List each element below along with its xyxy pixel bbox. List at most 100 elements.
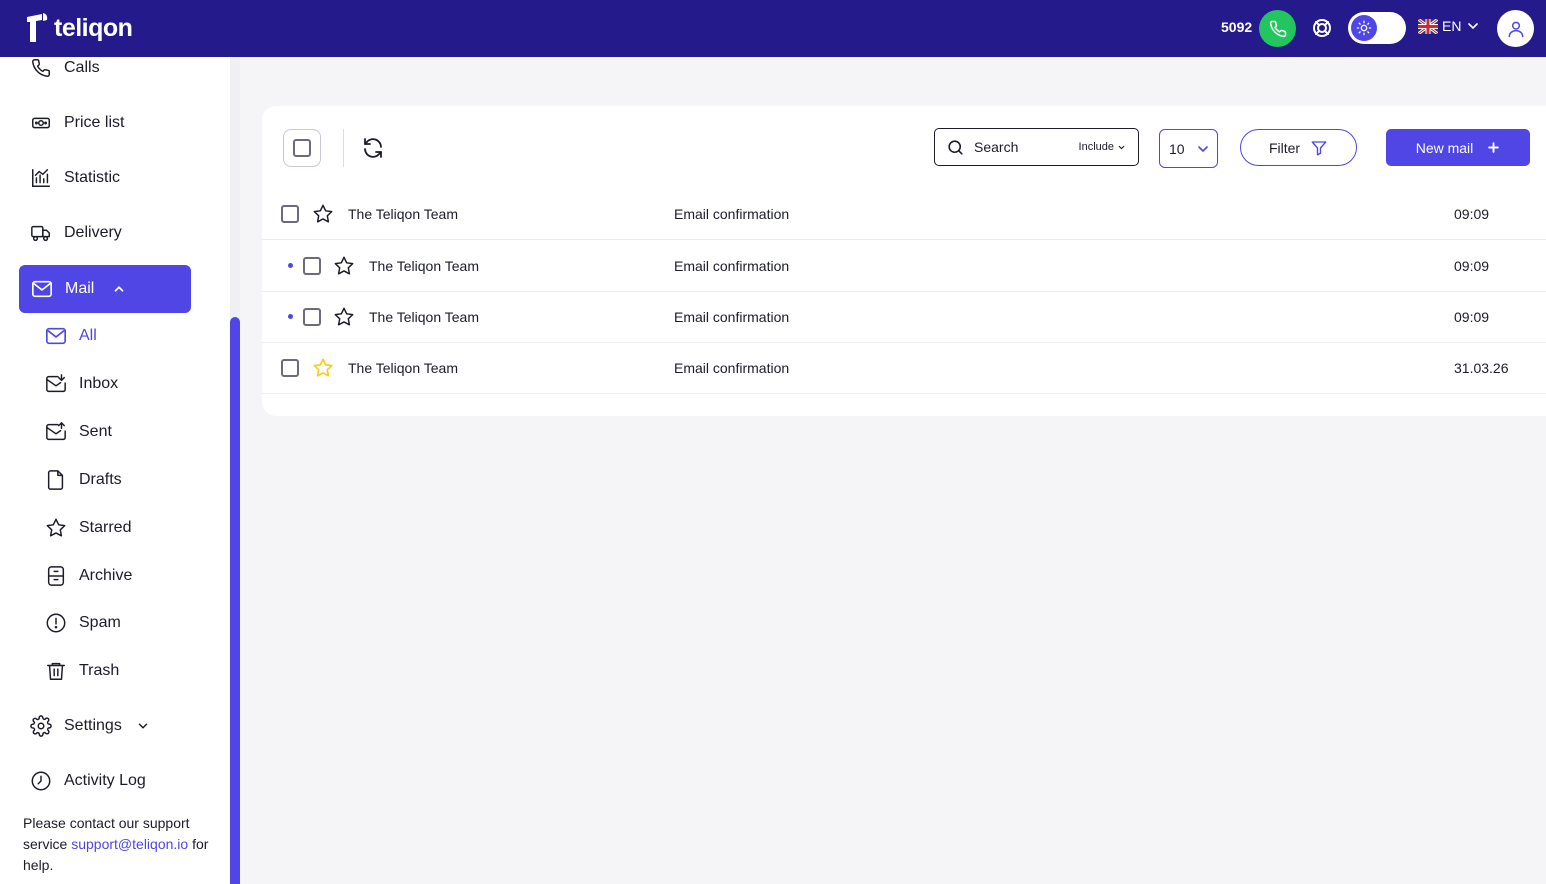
support-note: Please contact our support service suppo… (23, 813, 218, 876)
balance-value: 5092 (1221, 19, 1253, 35)
mail-time: 09:09 (1454, 206, 1490, 222)
filter-button[interactable]: Filter (1240, 129, 1357, 166)
unread-indicator (288, 263, 293, 268)
logo-text: teliqon (54, 13, 133, 42)
search-field[interactable]: Include (934, 128, 1139, 166)
sidebar-item-label: Price list (64, 114, 125, 131)
row-checkbox[interactable] (281, 205, 299, 223)
sent-icon (46, 422, 66, 441)
mail-subject: Email confirmation (674, 258, 790, 274)
mail-folder-label: Starred (79, 519, 132, 536)
toolbar-divider (343, 129, 344, 167)
mail-subject: Email confirmation (674, 360, 790, 376)
chart-icon (32, 169, 50, 187)
inbox-icon (46, 374, 66, 393)
sidebar-item-activity-log[interactable]: Activity Log (30, 770, 146, 792)
logo-mark-icon (27, 13, 48, 42)
language-label: EN (1442, 18, 1462, 34)
sidebar-item-label: Mail (65, 280, 95, 297)
sidebar-item-calls[interactable]: Calls (30, 57, 100, 79)
sidebar-item-mail[interactable]: Mail (19, 265, 191, 313)
star-icon[interactable] (333, 255, 355, 277)
gear-icon (30, 715, 52, 737)
alert-icon (46, 613, 66, 633)
archive-icon (47, 566, 65, 586)
mail-folder-starred[interactable]: Starred (45, 517, 131, 539)
star-icon[interactable] (312, 203, 334, 225)
clock-icon (31, 771, 51, 791)
call-button[interactable] (1259, 10, 1296, 47)
sidebar-item-label: Settings (64, 717, 122, 734)
mail-row[interactable]: The Teliqon Team Email confirmation 31.0… (262, 343, 1546, 394)
mail-folder-label: Inbox (79, 375, 119, 392)
mail-folder-sent[interactable]: Sent (45, 421, 112, 443)
sidebar-item-settings[interactable]: Settings (30, 715, 150, 737)
sun-icon (1351, 15, 1377, 41)
row-checkbox[interactable] (281, 359, 299, 377)
row-checkbox[interactable] (303, 308, 321, 326)
sidebar-item-label: Activity Log (64, 772, 146, 789)
search-icon (948, 139, 963, 155)
mail-sender: The Teliqon Team (348, 206, 458, 222)
funnel-icon (1311, 140, 1327, 155)
new-mail-button[interactable]: New mail (1386, 129, 1530, 166)
sidebar-item-delivery[interactable]: Delivery (30, 222, 122, 244)
mail-time: 09:09 (1454, 309, 1490, 325)
unread-indicator (288, 314, 293, 319)
uk-flag-icon (1418, 18, 1438, 34)
mail-folder-label: Sent (79, 423, 112, 440)
row-checkbox[interactable] (303, 257, 321, 275)
mail-sender: The Teliqon Team (369, 309, 479, 325)
sidebar-item-label: Calls (64, 59, 100, 76)
sidebar-item-label: Delivery (64, 224, 122, 241)
star-icon[interactable] (333, 306, 355, 328)
user-avatar[interactable] (1497, 10, 1534, 47)
price-tag-icon (32, 117, 50, 129)
sidebar-item-statistic[interactable]: Statistic (30, 167, 120, 189)
mail-folder-label: Drafts (79, 471, 122, 488)
sidebar-item-price-list[interactable]: Price list (30, 112, 124, 134)
chevron-down-icon (138, 723, 148, 729)
star-icon (46, 518, 66, 537)
starred-star-icon[interactable] (312, 357, 334, 379)
mail-subject: Email confirmation (674, 309, 790, 325)
chevron-down-icon (1468, 23, 1479, 30)
support-email-link[interactable]: support@teliqon.io (71, 836, 188, 852)
mail-time: 09:09 (1454, 258, 1490, 274)
theme-toggle[interactable] (1348, 12, 1406, 44)
mail-folder-trash[interactable]: Trash (45, 660, 119, 682)
phone-icon (1269, 20, 1286, 37)
phone-icon (32, 59, 50, 77)
mail-folder-spam[interactable]: Spam (45, 612, 121, 634)
mail-time: 31.03.26 (1454, 360, 1509, 376)
mail-folder-label: All (79, 327, 97, 344)
refresh-icon[interactable] (361, 136, 385, 160)
mail-row[interactable]: The Teliqon Team Email confirmation 09:0… (262, 189, 1546, 240)
mail-folder-inbox[interactable]: Inbox (45, 373, 118, 395)
checkbox (293, 139, 311, 157)
mail-folder-drafts[interactable]: Drafts (45, 469, 122, 491)
mail-folder-label: Spam (79, 614, 121, 631)
include-dropdown[interactable]: Include (1079, 141, 1126, 153)
sidebar-item-label: Statistic (64, 169, 121, 186)
plus-icon (1488, 142, 1500, 153)
mail-sender: The Teliqon Team (348, 360, 458, 376)
top-header: teliqon 5092 EN (0, 0, 1546, 57)
language-selector[interactable]: EN (1418, 18, 1481, 34)
logo[interactable]: teliqon (24, 12, 133, 44)
support-icon[interactable] (1310, 16, 1334, 40)
search-input[interactable] (974, 139, 1064, 155)
mail-folder-archive[interactable]: Archive (45, 565, 132, 587)
chevron-down-icon (1197, 145, 1208, 152)
per-page-select[interactable]: 10 (1159, 129, 1218, 168)
filter-label: Filter (1268, 139, 1301, 156)
sidebar-scrollbar-thumb[interactable] (230, 317, 240, 884)
mail-folder-label: Archive (79, 567, 133, 584)
mail-folder-label: Trash (79, 662, 120, 679)
mail-folder-all[interactable]: All (45, 325, 97, 347)
chevron-down-icon (1118, 145, 1125, 149)
mail-row[interactable]: The Teliqon Team Email confirmation 09:0… (262, 292, 1546, 343)
mail-row[interactable]: The Teliqon Team Email confirmation 09:0… (262, 241, 1546, 292)
select-all-checkbox[interactable] (283, 129, 321, 167)
trash-icon (47, 662, 65, 680)
